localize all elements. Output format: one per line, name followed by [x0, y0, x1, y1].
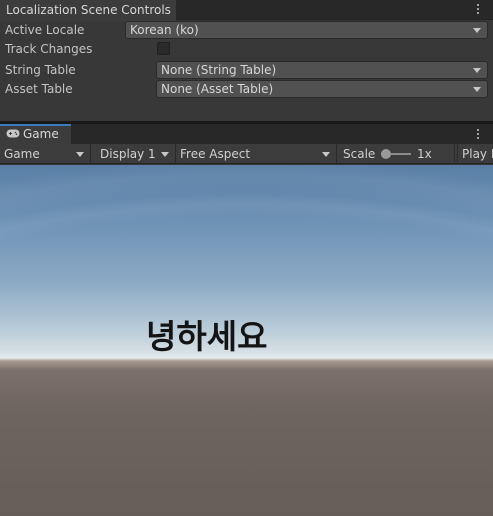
more-options-icon[interactable] — [473, 127, 483, 141]
play-mode-button[interactable]: Play I — [457, 144, 493, 164]
string-table-value: None (String Table) — [161, 63, 277, 77]
display-mode-dropdown[interactable]: Game — [0, 144, 91, 164]
active-locale-value: Korean (ko) — [130, 23, 199, 37]
track-changes-checkbox[interactable] — [157, 42, 170, 55]
chevron-down-icon — [76, 152, 84, 157]
localization-tabbar: Localization Scene Controls — [0, 0, 493, 21]
game-viewport[interactable]: 녕하세요 — [0, 165, 493, 516]
scale-value: 1x — [417, 147, 432, 161]
asset-table-value: None (Asset Table) — [161, 82, 274, 96]
scale-label: Scale — [343, 147, 376, 161]
track-changes-label: Track Changes — [5, 42, 93, 56]
tab-game[interactable]: Game — [0, 124, 71, 144]
display-mode-value: Game — [4, 147, 40, 161]
chevron-down-icon — [161, 152, 169, 157]
chevron-down-icon — [473, 68, 481, 73]
scene-text: 녕하세요 — [146, 317, 268, 356]
more-options-icon[interactable] — [473, 2, 483, 16]
display-dropdown[interactable]: Display 1 — [96, 144, 176, 164]
game-toolbar: Game Display 1 Free Aspect Scale 1x Play… — [0, 144, 493, 164]
game-view-panel: Game Game Display 1 Free Aspect Scale 1x… — [0, 124, 493, 516]
play-mode-label: Play I — [462, 147, 493, 161]
asset-table-label: Asset Table — [5, 82, 73, 96]
active-locale-dropdown[interactable]: Korean (ko) — [125, 21, 488, 39]
game-tabbar: Game — [0, 124, 493, 144]
localization-panel: Localization Scene Controls Active Local… — [0, 0, 493, 121]
aspect-value: Free Aspect — [180, 147, 251, 161]
active-locale-label: Active Locale — [5, 23, 85, 37]
scale-slider-thumb[interactable] — [381, 149, 391, 159]
tab-localization-scene-controls[interactable]: Localization Scene Controls — [0, 0, 176, 21]
display-value: Display 1 — [100, 147, 156, 161]
chevron-down-icon — [322, 152, 330, 157]
chevron-down-icon — [473, 87, 481, 92]
string-table-label: String Table — [5, 63, 76, 77]
chevron-down-icon — [473, 28, 481, 33]
aspect-dropdown[interactable]: Free Aspect — [176, 144, 337, 164]
asset-table-dropdown[interactable]: None (Asset Table) — [156, 80, 488, 98]
string-table-dropdown[interactable]: None (String Table) — [156, 61, 488, 79]
tab-game-label: Game — [23, 127, 59, 141]
gamepad-icon — [6, 129, 20, 138]
